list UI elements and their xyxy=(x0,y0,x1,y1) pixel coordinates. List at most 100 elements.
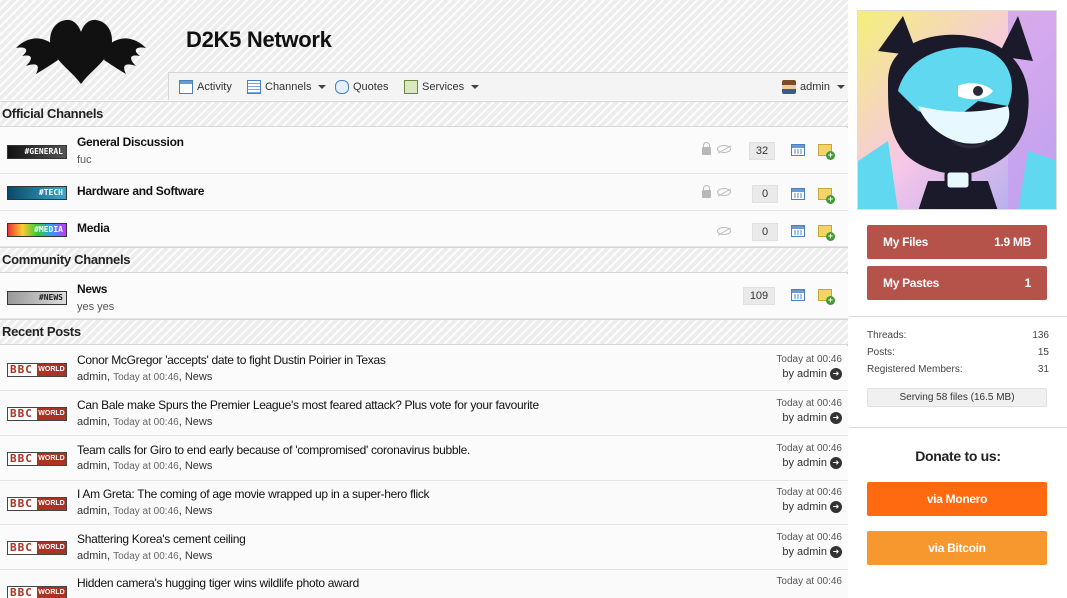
news-source-banner: BBC WORLD xyxy=(7,452,67,466)
banner-left: BBC xyxy=(8,453,38,465)
calendar-icon[interactable] xyxy=(791,225,805,237)
post-row[interactable]: BBC WORLD Conor McGregor 'accepts' date t… xyxy=(0,346,848,391)
lock-icon xyxy=(702,185,711,198)
nav-user-label: admin xyxy=(800,80,830,93)
post-title[interactable]: Team calls for Giro to end early because… xyxy=(77,443,470,457)
donate-bitcoin-button[interactable]: via Bitcoin xyxy=(867,531,1047,565)
hidden-eye-icon xyxy=(717,188,731,196)
nav-user-menu[interactable]: admin xyxy=(782,73,845,100)
channel-row[interactable]: #MEDIA Media 0 xyxy=(0,211,848,247)
arrow-right-circle-icon[interactable]: ➜ xyxy=(830,501,842,513)
winged-heart-logo-icon[interactable] xyxy=(12,14,150,84)
last-post-date: Today at 00:46 xyxy=(776,487,842,498)
channel-banner: #MEDIA xyxy=(7,223,67,237)
banner-right: WORLD xyxy=(37,364,66,376)
my-files-size: 1.9 MB xyxy=(994,235,1031,249)
sidebar: My Files 1.9 MB My Pastes 1 Threads: 136 … xyxy=(849,0,1067,598)
post-row[interactable]: BBC WORLD Hidden camera's hugging tiger w… xyxy=(0,570,848,598)
last-post-by[interactable]: by admin ➜ xyxy=(782,412,842,424)
user-avatar-icon xyxy=(782,79,796,94)
post-title[interactable]: Can Bale make Spurs the Premier League's… xyxy=(77,398,539,412)
last-post-by[interactable]: by admin ➜ xyxy=(782,501,842,513)
post-author[interactable]: admin xyxy=(77,550,107,562)
my-pastes-label: My Pastes xyxy=(883,276,939,290)
banner-right: WORLD xyxy=(37,408,66,420)
post-meta: admin, Today at 00:46, News xyxy=(77,505,213,517)
channel-title[interactable]: Hardware and Software xyxy=(77,184,204,198)
new-thread-icon[interactable] xyxy=(818,144,835,160)
section-official-channels: Official Channels xyxy=(0,101,848,127)
channel-title[interactable]: News xyxy=(77,282,107,296)
serving-files-status: Serving 58 files (16.5 MB) xyxy=(867,388,1047,407)
hidden-eye-icon xyxy=(717,227,731,235)
post-author[interactable]: admin xyxy=(77,416,107,428)
forum-stats: Threads: 136 Posts: 15 Registered Members:… xyxy=(849,316,1067,378)
stat-label: Threads: xyxy=(867,330,907,341)
post-time: Today at 00:46 xyxy=(113,417,179,428)
calendar-icon[interactable] xyxy=(791,289,805,301)
nav-services-label: Services xyxy=(422,80,465,93)
stat-value: 15 xyxy=(1037,347,1049,358)
channel-title[interactable]: General Discussion xyxy=(77,135,184,149)
calendar-icon[interactable] xyxy=(791,144,805,156)
channel-row[interactable]: #TECH Hardware and Software 0 xyxy=(0,174,848,211)
arrow-right-circle-icon[interactable]: ➜ xyxy=(830,412,842,424)
channel-title[interactable]: Media xyxy=(77,221,110,235)
stat-label: Registered Members: xyxy=(867,364,963,375)
last-post-by[interactable]: by admin ➜ xyxy=(782,546,842,558)
banner-right: WORLD xyxy=(37,587,66,598)
new-thread-icon[interactable] xyxy=(818,188,835,204)
stat-value: 136 xyxy=(1032,330,1049,341)
nav-services[interactable]: Services xyxy=(404,73,480,100)
activity-icon xyxy=(179,79,193,94)
post-row[interactable]: BBC WORLD Shattering Korea's cement ceili… xyxy=(0,525,848,570)
post-meta: admin, Today at 00:46, News xyxy=(77,416,213,428)
new-thread-icon[interactable] xyxy=(818,289,835,305)
post-title[interactable]: Hidden camera's hugging tiger wins wildl… xyxy=(77,576,359,590)
post-author[interactable]: admin xyxy=(77,505,107,517)
post-row[interactable]: BBC WORLD Can Bale make Spurs the Premier… xyxy=(0,391,848,436)
arrow-right-circle-icon[interactable]: ➜ xyxy=(830,368,842,380)
my-files-button[interactable]: My Files 1.9 MB xyxy=(867,225,1047,259)
nav-activity[interactable]: Activity xyxy=(179,73,232,100)
last-post-by[interactable]: by admin ➜ xyxy=(782,368,842,380)
last-post-date: Today at 00:46 xyxy=(776,354,842,365)
site-header: D2K5 Network Activity Channels Quotes Se… xyxy=(0,0,848,100)
arrow-right-circle-icon[interactable]: ➜ xyxy=(830,457,842,469)
nav-channels[interactable]: Channels xyxy=(247,73,327,100)
my-pastes-count: 1 xyxy=(1024,276,1032,290)
post-channel[interactable]: News xyxy=(185,371,213,383)
new-thread-icon[interactable] xyxy=(818,225,835,241)
channel-row[interactable]: #GENERAL General Discussion fuc 32 xyxy=(0,128,848,174)
channel-row[interactable]: #NEWS News yes yes 109 xyxy=(0,274,848,319)
news-source-banner: BBC WORLD xyxy=(7,363,67,377)
post-row[interactable]: BBC WORLD I Am Greta: The coming of age m… xyxy=(0,481,848,525)
donate-monero-button[interactable]: via Monero xyxy=(867,482,1047,516)
nav-quotes[interactable]: Quotes xyxy=(335,73,388,100)
post-title[interactable]: I Am Greta: The coming of age movie wrap… xyxy=(77,487,430,501)
site-title[interactable]: D2K5 Network xyxy=(186,27,332,53)
post-meta: admin, Today at 00:46, News xyxy=(77,371,213,383)
news-source-banner: BBC WORLD xyxy=(7,497,67,511)
banner-left: BBC xyxy=(8,364,38,376)
post-channel[interactable]: News xyxy=(185,550,213,562)
arrow-right-circle-icon[interactable]: ➜ xyxy=(830,546,842,558)
post-title[interactable]: Shattering Korea's cement ceiling xyxy=(77,532,246,546)
user-avatar[interactable] xyxy=(857,10,1057,210)
post-channel[interactable]: News xyxy=(185,505,213,517)
post-title[interactable]: Conor McGregor 'accepts' date to fight D… xyxy=(77,353,386,367)
section-community-channels: Community Channels xyxy=(0,247,848,273)
banner-left: BBC xyxy=(8,587,38,598)
last-post-by[interactable]: by admin ➜ xyxy=(782,457,842,469)
post-channel[interactable]: News xyxy=(185,416,213,428)
post-row[interactable]: BBC WORLD Team calls for Giro to end earl… xyxy=(0,436,848,481)
calendar-icon[interactable] xyxy=(791,188,805,200)
stat-members: Registered Members: 31 xyxy=(867,361,1049,378)
last-post-date: Today at 00:46 xyxy=(776,576,842,587)
news-source-banner: BBC WORLD xyxy=(7,541,67,555)
post-author[interactable]: admin xyxy=(77,371,107,383)
post-channel[interactable]: News xyxy=(185,460,213,472)
my-pastes-button[interactable]: My Pastes 1 xyxy=(867,266,1047,300)
post-author[interactable]: admin xyxy=(77,460,107,472)
nav-activity-label: Activity xyxy=(197,80,232,93)
